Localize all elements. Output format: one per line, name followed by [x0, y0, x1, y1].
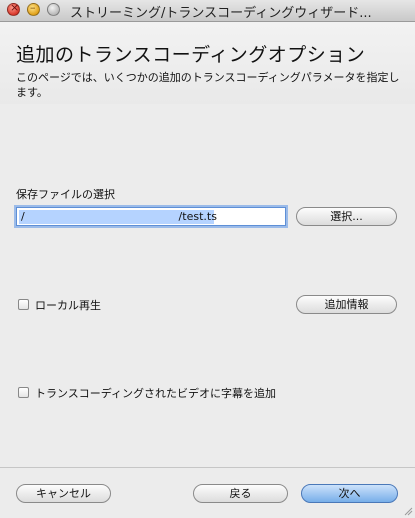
title-bar[interactable]: ストリーミング/トランスコーディングウィザード... — [0, 0, 415, 22]
minimize-window-button[interactable] — [27, 1, 40, 16]
local-play-checkbox[interactable] — [18, 299, 29, 310]
save-path-input[interactable]: / /test.ts — [16, 207, 286, 226]
window-title: ストリーミング/トランスコーディングウィザード... — [70, 6, 372, 21]
page-title: 追加のトランスコーディングオプション — [16, 44, 366, 66]
additional-info-button[interactable]: 追加情報 — [296, 295, 397, 314]
wizard-window: ストリーミング/トランスコーディングウィザード... 追加のトランスコーディング… — [0, 0, 415, 518]
save-file-label: 保存ファイルの選択 — [16, 188, 115, 201]
select-file-button[interactable]: 選択... — [296, 207, 397, 226]
footer-divider — [0, 467, 415, 468]
local-play-label[interactable]: ローカル再生 — [35, 297, 101, 313]
wizard-header: 追加のトランスコーディングオプション このページでは、いくつかの追加のトランスコ… — [0, 22, 415, 104]
close-window-button[interactable] — [7, 1, 20, 16]
back-button[interactable]: 戻る — [193, 484, 288, 503]
resize-grip-icon[interactable] — [403, 506, 413, 516]
next-button[interactable]: 次へ — [301, 484, 398, 503]
add-subtitles-checkbox[interactable] — [18, 387, 29, 398]
zoom-window-button[interactable] — [47, 3, 60, 16]
add-subtitles-label[interactable]: トランスコーディングされたビデオに字幕を追加 — [35, 385, 276, 401]
cancel-button[interactable]: キャンセル — [16, 484, 111, 503]
page-description: このページでは、いくつかの追加のトランスコーディングパラメータを指定します。 — [16, 71, 400, 99]
save-path-value: / /test.ts — [21, 210, 217, 223]
